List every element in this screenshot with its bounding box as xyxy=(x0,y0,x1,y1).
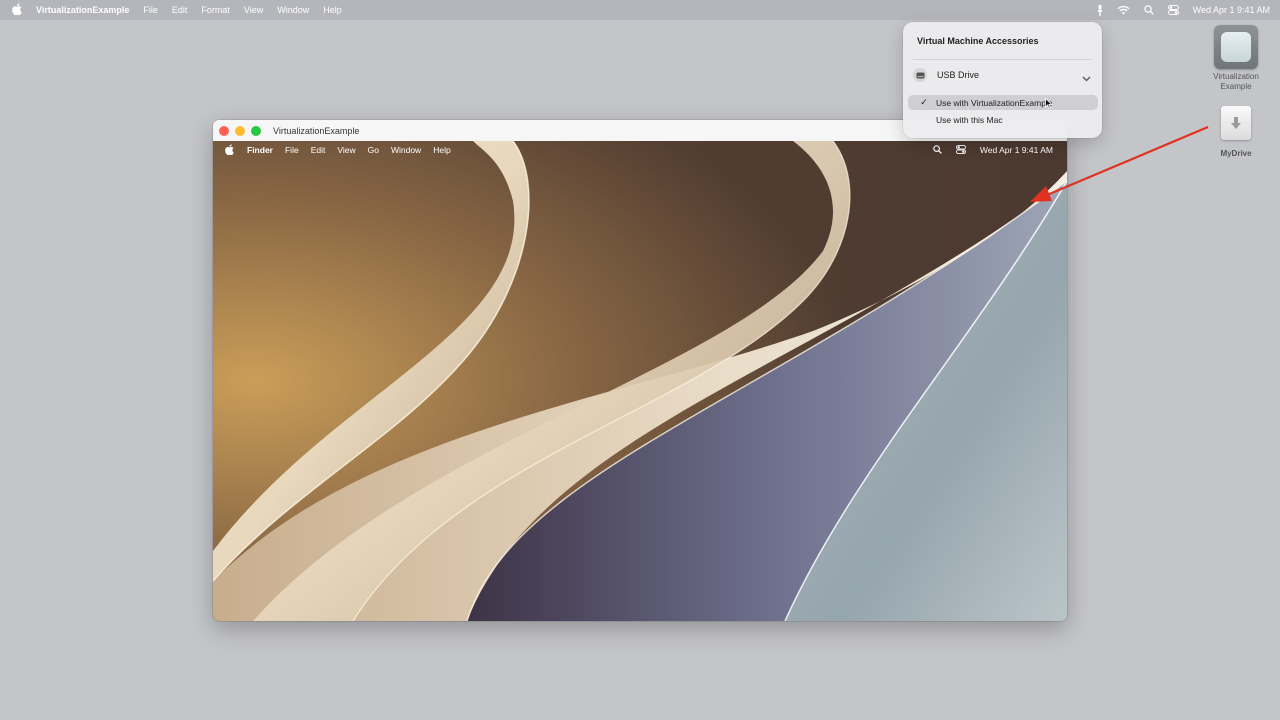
minimize-window-button[interactable] xyxy=(235,125,245,136)
vm-window-title: VirtualizationExample xyxy=(273,125,360,136)
usb-drive-label: USB Drive xyxy=(937,70,980,80)
apple-logo-icon[interactable] xyxy=(12,3,26,17)
vm-app-menu[interactable]: Finder xyxy=(247,145,273,155)
vm-status-area: Wed Apr 1 9:41 AM xyxy=(933,141,1053,159)
search-icon[interactable] xyxy=(1143,5,1154,15)
host-menubar: VirtualizationExample File Edit Format V… xyxy=(0,0,1280,20)
host-menu-format[interactable]: Format xyxy=(201,5,230,15)
vm-accessories-popover: Virtual Machine Accessories USB Drive ✓ … xyxy=(903,22,1102,138)
popover-divider xyxy=(913,59,1092,60)
vm-datetime[interactable]: Wed Apr 1 9:41 AM xyxy=(980,145,1053,155)
external-drive-icon xyxy=(1221,106,1251,140)
vm-menubar: Finder File Edit View Go Window Help Wed… xyxy=(213,141,1067,159)
control-center-icon[interactable] xyxy=(1167,5,1179,15)
virtualization-app-icon xyxy=(1214,25,1258,69)
host-menu-file[interactable]: File xyxy=(143,5,158,15)
mouse-cursor-icon xyxy=(1045,98,1053,109)
vm-menu-view[interactable]: View xyxy=(337,145,355,155)
checkmark-icon: ✓ xyxy=(920,97,928,107)
vm-menu-file[interactable]: File xyxy=(285,145,299,155)
host-status-area: Wed Apr 1 9:41 AM xyxy=(1097,0,1270,20)
vm-apple-logo-icon[interactable] xyxy=(225,143,235,157)
vm-wallpaper xyxy=(213,141,1067,621)
desktop-icon-virtualization-example[interactable]: Virtualization Example xyxy=(1205,25,1267,92)
option-use-with-vm-label: Use with VirtualizationExample xyxy=(936,97,1053,108)
vm-menu-go[interactable]: Go xyxy=(368,145,379,155)
host-app-menu[interactable]: VirtualizationExample xyxy=(36,5,129,15)
desktop-icon-label: MyDrive xyxy=(1220,149,1252,158)
desktop-icon-label: Virtualization Example xyxy=(1213,72,1259,91)
zoom-window-button[interactable] xyxy=(251,125,261,136)
option-use-with-mac[interactable]: Use with this Mac xyxy=(908,112,1098,127)
host-menu-help[interactable]: Help xyxy=(323,5,342,15)
vm-window: VirtualizationExample Finder File Edit V… xyxy=(213,120,1067,621)
vm-control-center-icon[interactable] xyxy=(955,144,966,156)
usb-icon[interactable] xyxy=(1097,4,1103,16)
host-menu-edit[interactable]: Edit xyxy=(172,5,188,15)
usb-drive-row[interactable]: USB Drive xyxy=(913,66,1093,84)
vm-menu-window[interactable]: Window xyxy=(391,145,421,155)
wifi-icon[interactable] xyxy=(1117,5,1130,15)
vm-menu-help[interactable]: Help xyxy=(433,145,450,155)
host-menu-view[interactable]: View xyxy=(244,5,263,15)
chevron-down-icon[interactable] xyxy=(1082,69,1091,87)
vm-search-icon[interactable] xyxy=(933,144,942,156)
usb-drive-icon xyxy=(913,68,927,82)
vm-desktop[interactable]: Finder File Edit View Go Window Help Wed… xyxy=(213,141,1067,621)
option-use-with-mac-label: Use with this Mac xyxy=(936,114,1003,125)
desktop-icon-mydrive[interactable]: MyDrive xyxy=(1210,106,1262,159)
option-use-with-vm[interactable]: ✓ Use with VirtualizationExample xyxy=(908,95,1098,110)
host-menu-window[interactable]: Window xyxy=(277,5,309,15)
host-datetime[interactable]: Wed Apr 1 9:41 AM xyxy=(1193,5,1270,15)
vm-menu-edit[interactable]: Edit xyxy=(311,145,326,155)
popover-title: Virtual Machine Accessories xyxy=(917,36,1039,46)
close-window-button[interactable] xyxy=(219,125,229,136)
